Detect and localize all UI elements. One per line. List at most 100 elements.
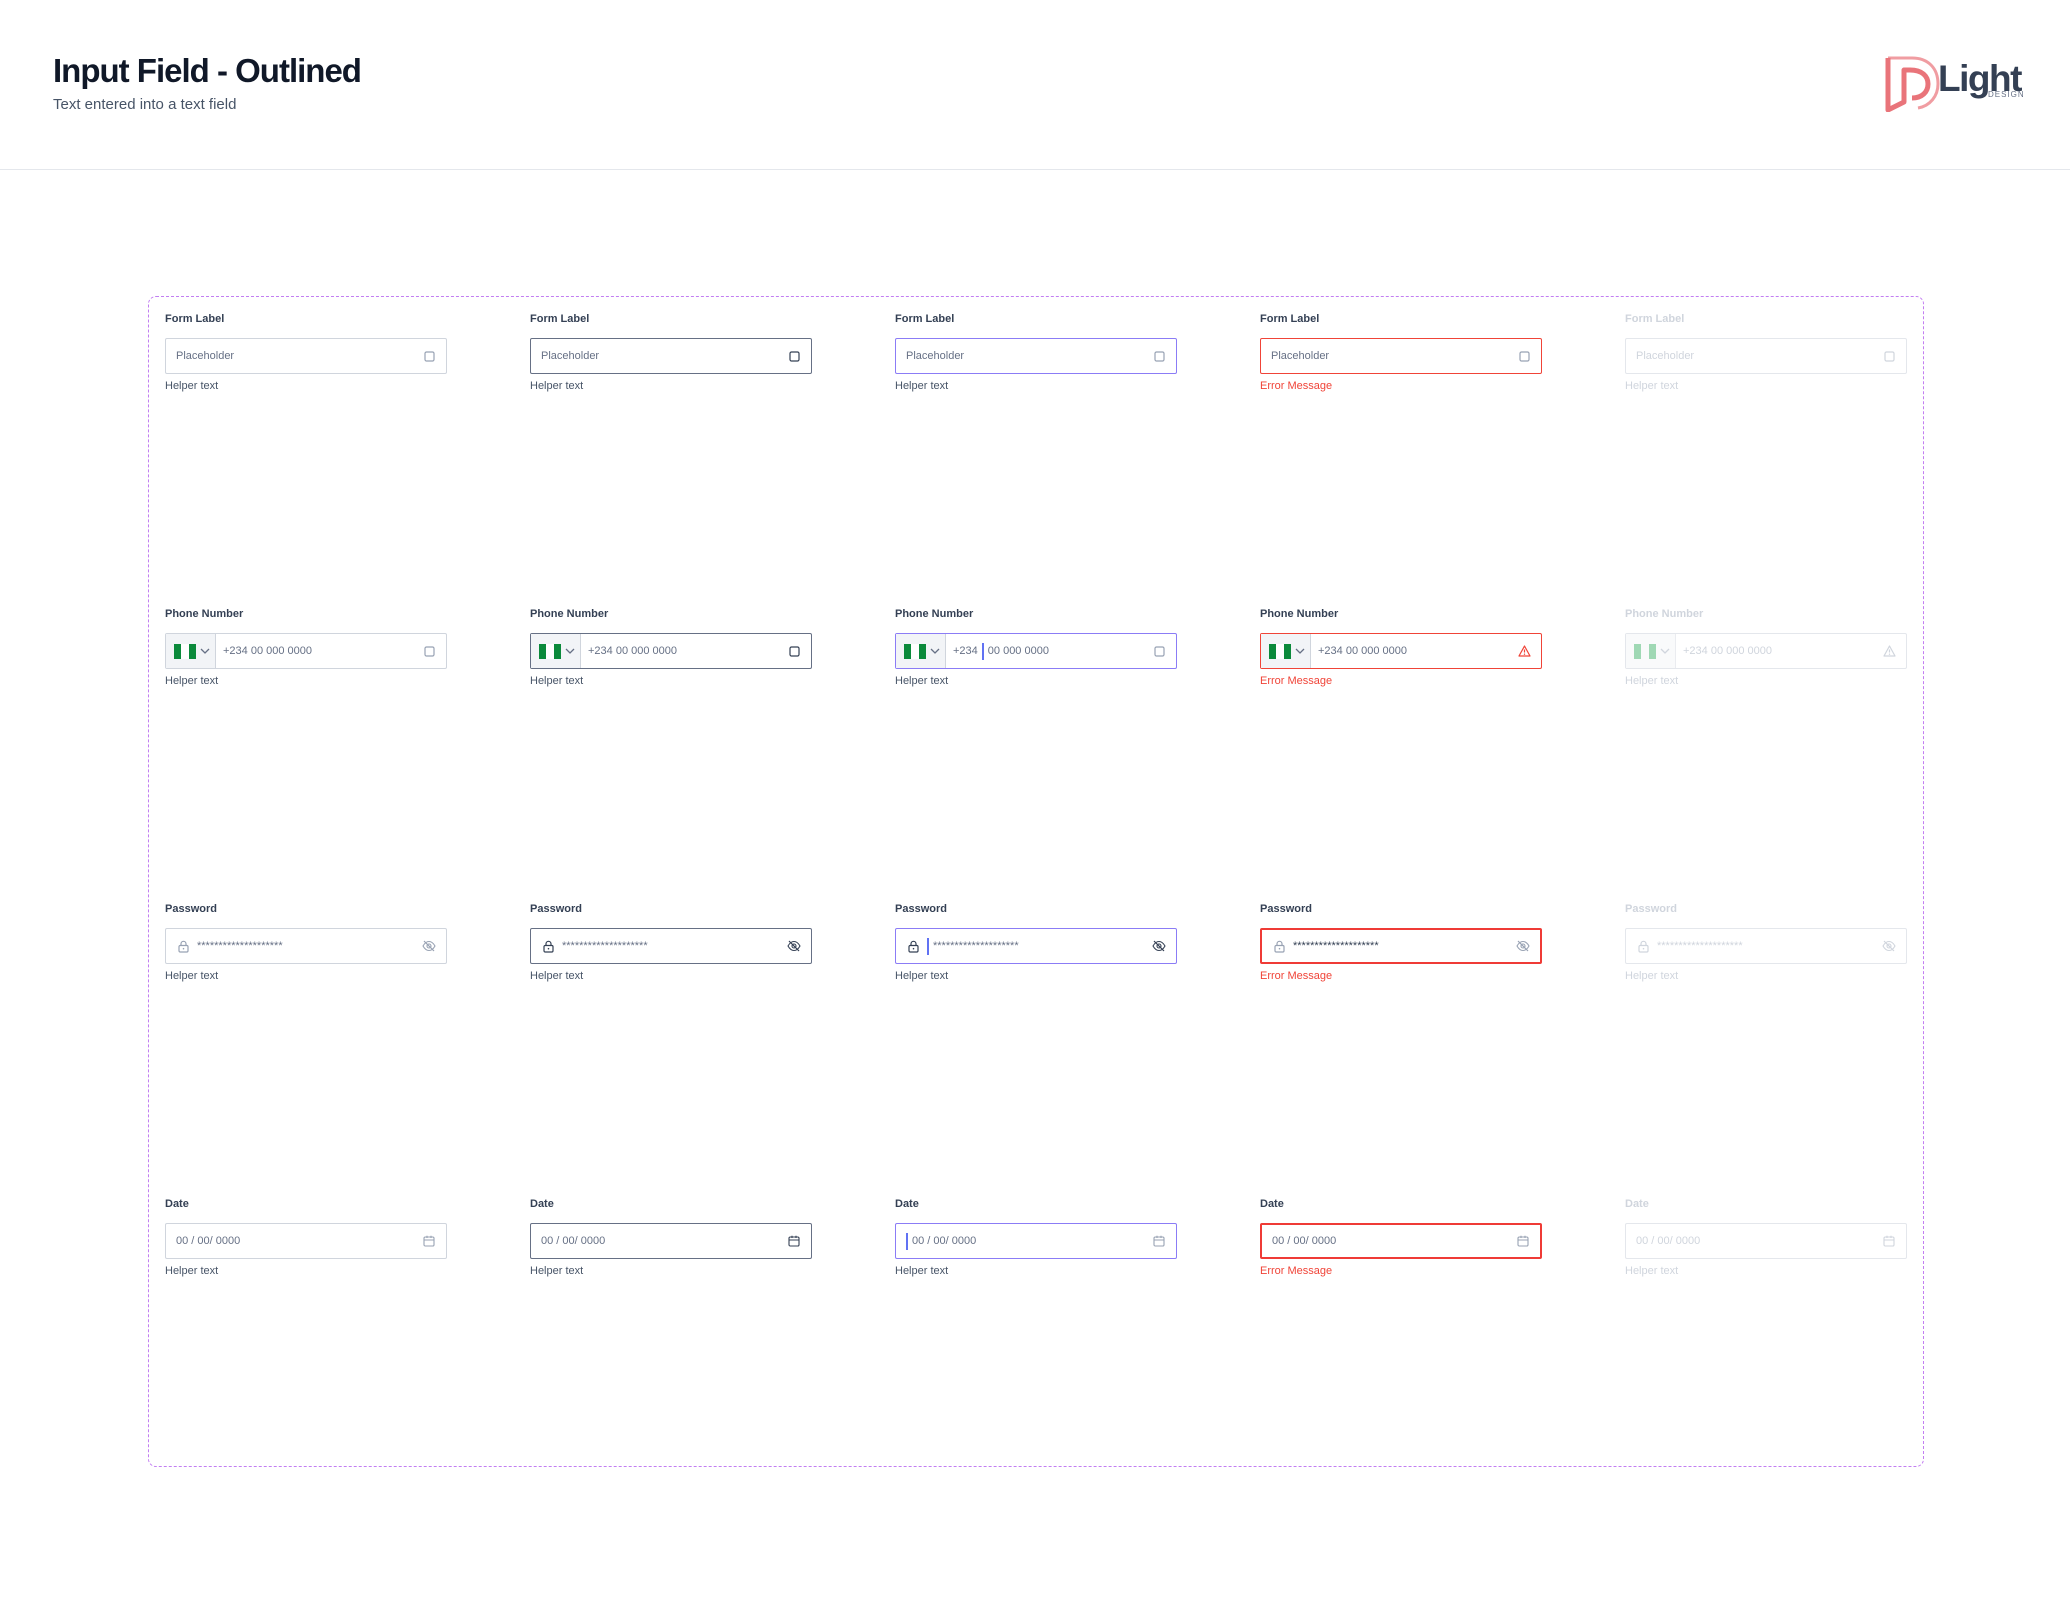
error-message: Error Message <box>1260 970 1333 982</box>
date-field-focus: Date 00 / 00/ 0000 Helper text <box>895 1198 1177 1279</box>
text-field-default: Form Label Placeholder Helper text <box>165 313 447 394</box>
nigeria-flag-icon <box>1634 643 1656 659</box>
text-caret <box>906 1232 908 1250</box>
nigeria-flag-icon <box>174 643 196 659</box>
country-code-select[interactable] <box>1261 634 1311 668</box>
country-code-select[interactable] <box>166 634 216 668</box>
eye-off-icon[interactable] <box>1516 939 1530 953</box>
eye-off-icon[interactable] <box>1152 939 1166 953</box>
lock-icon <box>1272 939 1286 953</box>
password-input: ******************** <box>1625 928 1907 964</box>
helper-text: Helper text <box>530 675 584 687</box>
square-icon <box>1152 349 1166 363</box>
form-label: Phone Number <box>165 608 244 620</box>
lock-icon <box>1636 939 1650 953</box>
country-code-select <box>1626 634 1676 668</box>
square-icon <box>1152 644 1166 658</box>
phone-input[interactable]: +234 00 000 0000 <box>895 633 1177 669</box>
date-field-disabled: Date 00 / 00/ 0000 Helper text <box>1625 1198 1907 1279</box>
date-input[interactable]: 00 / 00/ 0000 <box>895 1223 1177 1259</box>
password-input[interactable]: ******************** <box>1260 928 1542 964</box>
page-header: Input Field - Outlined Text entered into… <box>0 0 2070 170</box>
phone-number: 00 000 0000 <box>987 645 1049 657</box>
form-label: Phone Number <box>1625 608 1704 620</box>
chevron-down-icon <box>1295 648 1305 654</box>
square-icon <box>422 349 436 363</box>
lock-icon <box>176 939 190 953</box>
date-value: 00 / 00/ 0000 <box>1272 1235 1337 1247</box>
date-field-hover: Date 00 / 00/ 0000 Helper text <box>530 1198 812 1279</box>
logo-mark-icon <box>1885 56 1940 112</box>
calendar-icon[interactable] <box>422 1234 436 1248</box>
error-message: Error Message <box>1260 380 1333 392</box>
password-field-default: Password ******************** Helper tex… <box>165 903 447 984</box>
calendar-icon[interactable] <box>1152 1234 1166 1248</box>
form-label: Form Label <box>530 313 590 325</box>
date-input[interactable]: 00 / 00/ 0000 <box>1260 1223 1542 1259</box>
date-field-error: Date 00 / 00/ 0000 Error Message <box>1260 1198 1542 1279</box>
phone-value: +234 00 000 0000 <box>588 645 678 657</box>
phone-field-focus: Phone Number +234 00 000 0000 Helper tex… <box>895 608 1177 689</box>
form-label: Date <box>1625 1198 1649 1210</box>
nigeria-flag-icon <box>539 643 561 659</box>
square-icon <box>1882 349 1896 363</box>
password-field-focus: Password ******************** Helper tex… <box>895 903 1177 984</box>
date-value: 00 / 00/ 0000 <box>541 1235 606 1247</box>
phone-prefix: +234 <box>953 645 978 657</box>
text-caret <box>981 642 984 660</box>
form-label: Phone Number <box>1260 608 1339 620</box>
phone-value: +234 00 000 0000 <box>1683 645 1773 657</box>
helper-text: Helper text <box>530 1265 584 1277</box>
password-input[interactable]: ******************** <box>530 928 812 964</box>
country-code-select[interactable] <box>531 634 581 668</box>
text-field-disabled: Form Label Placeholder Helper text <box>1625 313 1907 394</box>
text-input[interactable]: Placeholder <box>1260 338 1542 374</box>
helper-text: Helper text <box>530 970 584 982</box>
password-field-error: Password ******************** Error Mess… <box>1260 903 1542 984</box>
text-field-focus: Form Label Placeholder Helper text <box>895 313 1177 394</box>
date-input: 00 / 00/ 0000 <box>1625 1223 1907 1259</box>
password-input[interactable]: ******************** <box>165 928 447 964</box>
text-input[interactable]: Placeholder <box>165 338 447 374</box>
square-icon <box>422 644 436 658</box>
form-label: Date <box>895 1198 919 1210</box>
input-placeholder: Placeholder <box>541 350 600 362</box>
nigeria-flag-icon <box>904 643 926 659</box>
square-icon <box>787 644 801 658</box>
form-label: Phone Number <box>895 608 974 620</box>
country-code-select[interactable] <box>896 634 946 668</box>
form-label: Password <box>165 903 217 915</box>
calendar-icon[interactable] <box>787 1234 801 1248</box>
password-value: ******************** <box>197 940 283 952</box>
password-input[interactable]: ******************** <box>895 928 1177 964</box>
date-field-default: Date 00 / 00/ 0000 Helper text <box>165 1198 447 1279</box>
text-input[interactable]: Placeholder <box>530 338 812 374</box>
text-input: Placeholder <box>1625 338 1907 374</box>
helper-text: Helper text <box>1625 1265 1679 1277</box>
date-input[interactable]: 00 / 00/ 0000 <box>530 1223 812 1259</box>
chevron-down-icon <box>930 648 940 654</box>
date-input[interactable]: 00 / 00/ 0000 <box>165 1223 447 1259</box>
phone-input[interactable]: +234 00 000 0000 <box>165 633 447 669</box>
form-label: Form Label <box>165 313 225 325</box>
form-label: Password <box>1260 903 1312 915</box>
helper-text: Helper text <box>1625 970 1679 982</box>
input-placeholder: Placeholder <box>1636 350 1695 362</box>
form-label: Form Label <box>895 313 955 325</box>
page-title: Input Field - Outlined <box>53 52 362 89</box>
eye-off-icon[interactable] <box>422 939 436 953</box>
phone-field-error: Phone Number +234 00 000 0000 Error Mess… <box>1260 608 1542 689</box>
password-field-disabled: Password ******************** Helper tex… <box>1625 903 1907 984</box>
chevron-down-icon <box>1660 648 1670 654</box>
phone-field-default: Phone Number +234 00 000 0000 Helper tex… <box>165 608 447 689</box>
chevron-down-icon <box>565 648 575 654</box>
calendar-icon[interactable] <box>1516 1234 1530 1248</box>
phone-input[interactable]: +234 00 000 0000 <box>530 633 812 669</box>
eye-off-icon[interactable] <box>787 939 801 953</box>
phone-input[interactable]: +234 00 000 0000 <box>1260 633 1542 669</box>
text-input[interactable]: Placeholder <box>895 338 1177 374</box>
text-caret <box>927 937 929 955</box>
input-placeholder: Placeholder <box>1271 350 1330 362</box>
helper-text: Helper text <box>895 970 949 982</box>
password-value: ******************** <box>1293 940 1379 952</box>
